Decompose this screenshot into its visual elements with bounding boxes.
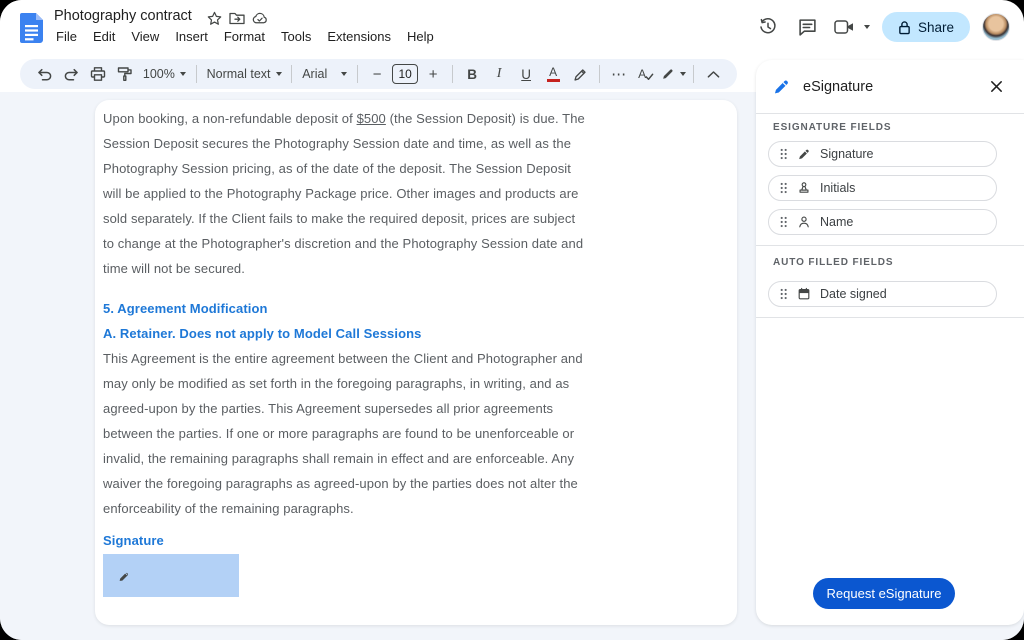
menu-bar: File Edit View Insert Format Tools Exten… <box>48 27 442 46</box>
decrease-font-size-button[interactable]: − <box>365 62 389 86</box>
font-family-select[interactable]: Arial <box>299 62 350 86</box>
google-docs-window: Photography contract File Edit View Inse… <box>0 0 1024 640</box>
italic-button[interactable]: I <box>487 62 511 86</box>
esignature-fields-label: ESIGNATURE FIELDS <box>773 122 892 133</box>
toolbar-divider <box>452 65 454 83</box>
person-icon <box>799 216 809 228</box>
signature-field-placeholder[interactable] <box>103 554 239 597</box>
print-button[interactable] <box>86 62 110 86</box>
more-options-button[interactable]: ⋯ <box>607 62 631 86</box>
share-button-label: Share <box>917 19 954 35</box>
doc-heading-retainer[interactable]: A. Retainer. Does not apply to Model Cal… <box>103 321 585 346</box>
document-title[interactable]: Photography contract <box>54 8 192 24</box>
menu-tools[interactable]: Tools <box>273 27 319 46</box>
field-pill-label: Date signed <box>820 287 887 301</box>
version-history-icon[interactable] <box>754 13 782 41</box>
deposit-amount: $500 <box>356 111 386 126</box>
menu-extensions[interactable]: Extensions <box>319 27 399 46</box>
panel-title: eSignature <box>803 78 874 95</box>
toolbar-divider <box>599 65 601 83</box>
toolbar-divider <box>693 65 694 83</box>
panel-divider <box>756 113 1024 114</box>
chevron-down-icon[interactable] <box>863 25 870 29</box>
menu-file[interactable]: File <box>48 27 85 46</box>
field-pill-signature[interactable]: Signature <box>768 141 997 167</box>
toolbar-divider <box>357 65 359 83</box>
comment-icon[interactable] <box>794 13 822 41</box>
paragraph-style-select[interactable]: Normal text <box>204 62 285 86</box>
doc-paragraph-agreement[interactable]: This Agreement is the entire agreement b… <box>103 346 585 521</box>
drag-handle-icon[interactable] <box>779 181 788 195</box>
esignature-pen-icon <box>774 80 788 94</box>
calendar-icon <box>798 287 810 300</box>
close-icon[interactable] <box>984 75 1008 99</box>
paint-format-button[interactable] <box>113 62 137 86</box>
doc-heading-agreement-modification[interactable]: 5. Agreement Modification <box>103 296 585 321</box>
lock-icon <box>899 20 910 34</box>
chevron-down-icon <box>341 72 348 76</box>
undo-button[interactable] <box>32 62 56 86</box>
field-pill-name[interactable]: Name <box>768 209 997 235</box>
signature-pen-icon <box>119 572 128 581</box>
panel-divider <box>756 317 1024 318</box>
menu-format[interactable]: Format <box>216 27 273 46</box>
drag-handle-icon[interactable] <box>779 287 788 301</box>
underline-button[interactable]: U <box>514 62 538 86</box>
menu-view[interactable]: View <box>123 27 167 46</box>
field-pill-date-signed[interactable]: Date signed <box>768 281 997 307</box>
menu-edit[interactable]: Edit <box>85 27 123 46</box>
formatting-toolbar: 100% Normal text Arial − + B I U A ⋯ A <box>20 59 737 89</box>
auto-filled-fields-label: AUTO FILLED FIELDS <box>773 257 894 268</box>
toolbar-divider <box>291 65 293 83</box>
text-color-swatch <box>546 79 560 82</box>
menu-help[interactable]: Help <box>399 27 442 46</box>
request-esignature-button[interactable]: Request eSignature <box>813 578 955 609</box>
esignature-panel: eSignature ESIGNATURE FIELDS Signature I… <box>756 60 1024 625</box>
account-avatar[interactable] <box>982 13 1010 41</box>
panel-divider <box>756 245 1024 246</box>
spelling-check-button[interactable]: A <box>634 62 658 86</box>
meet-call-control[interactable] <box>834 19 870 35</box>
hide-menus-button[interactable] <box>701 62 725 86</box>
increase-font-size-button[interactable]: + <box>421 62 445 86</box>
field-pill-label: Signature <box>820 147 874 161</box>
toolbar-divider <box>195 65 197 83</box>
document-page[interactable]: Upon booking, a non-refundable deposit o… <box>95 100 737 625</box>
editing-mode-button[interactable] <box>661 62 686 86</box>
bold-button[interactable]: B <box>460 62 484 86</box>
field-pill-label: Name <box>820 215 854 229</box>
drag-handle-icon[interactable] <box>779 215 788 229</box>
move-folder-icon[interactable] <box>229 10 245 26</box>
panel-header: eSignature <box>756 60 1024 113</box>
signature-pen-icon <box>799 149 809 160</box>
cloud-status-icon[interactable] <box>252 10 268 26</box>
doc-paragraph-deposit[interactable]: Upon booking, a non-refundable deposit o… <box>103 106 585 281</box>
chevron-down-icon <box>275 72 282 76</box>
redo-button[interactable] <box>59 62 83 86</box>
share-button[interactable]: Share <box>881 12 970 42</box>
initials-stamp-icon <box>799 182 809 193</box>
top-right-controls: Share <box>754 12 1010 42</box>
drag-handle-icon[interactable] <box>779 147 788 161</box>
highlight-color-button[interactable] <box>568 62 592 86</box>
chevron-down-icon <box>680 72 686 76</box>
doc-signature-heading[interactable]: Signature <box>103 528 585 553</box>
font-size-input[interactable] <box>392 64 419 84</box>
chevron-down-icon <box>179 72 186 76</box>
zoom-select[interactable]: 100% <box>140 62 189 86</box>
text-color-button[interactable]: A <box>541 62 565 86</box>
title-bar: Photography contract File Edit View Inse… <box>0 0 756 56</box>
star-icon[interactable] <box>206 10 222 26</box>
google-docs-logo-icon[interactable] <box>20 13 43 43</box>
field-pill-initials[interactable]: Initials <box>768 175 997 201</box>
menu-insert[interactable]: Insert <box>167 27 216 46</box>
field-pill-label: Initials <box>820 181 856 195</box>
